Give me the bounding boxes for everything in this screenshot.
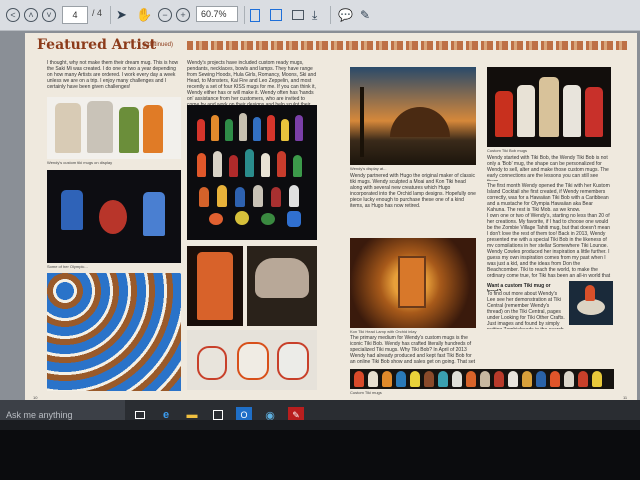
- photo-colorful-tiki-collection: [187, 105, 317, 240]
- photo-stone-heads-bowl: [247, 246, 317, 326]
- photo-olympic-mugs: [47, 170, 181, 263]
- hand-tool-button[interactable]: ✋: [136, 6, 152, 24]
- minus-icon: −: [158, 8, 172, 22]
- download-button[interactable]: ⤓: [312, 6, 317, 24]
- want-custom-text: To find out more about Wendy's Lee see h…: [487, 291, 565, 329]
- caption-6: Custom Tiki mugs: [350, 390, 382, 395]
- zoom-level-select[interactable]: 60.7%: [196, 6, 238, 22]
- windows-taskbar: Ask me anything e ▬ O ◉ ✎: [0, 400, 640, 420]
- pdf-reader-button[interactable]: ✎: [288, 407, 304, 420]
- column-1-text: I thought, why not make them their dream…: [47, 60, 179, 90]
- fit-width-button[interactable]: [270, 6, 282, 24]
- pen-icon: ✎: [360, 8, 371, 22]
- edge-button[interactable]: e: [158, 407, 174, 420]
- caption-2: Some of her Olympic...: [47, 264, 88, 269]
- fit-page-button[interactable]: [250, 6, 260, 24]
- column-4-text: Wendy partnered with Hugo the original m…: [350, 173, 476, 209]
- page-count: / 4: [92, 8, 103, 18]
- monitor-bezel: [0, 430, 640, 480]
- page-header: Featured Artist (continued): [37, 37, 627, 55]
- photo-tiki-bob-mugs: [487, 67, 611, 147]
- page-number-input[interactable]: 4: [62, 6, 88, 24]
- photo-tiki-bob-lineup: [350, 369, 614, 389]
- zoom-out-button[interactable]: −: [158, 6, 172, 24]
- toolbar-divider: [330, 6, 331, 24]
- pen-button[interactable]: ✎: [360, 6, 370, 24]
- article-title-suffix: (continued): [143, 42, 174, 48]
- file-explorer-button[interactable]: ▬: [184, 407, 200, 420]
- caption-5: Custom Tiki Bob mugs: [487, 148, 528, 153]
- photo-tiki-mugs-white: [47, 97, 181, 159]
- photo-orange-tiki-mug: [187, 246, 243, 326]
- outlook-button[interactable]: O: [236, 407, 252, 420]
- zoom-in-button[interactable]: +: [176, 6, 190, 24]
- store-icon: [213, 410, 223, 420]
- task-view-icon: [135, 411, 145, 419]
- caption-4: Kon Tiki Head Lamp with Orchid inlay: [350, 329, 417, 334]
- photo-kon-tiki-lamp: [350, 238, 476, 328]
- column-4-text-2: The primary medium for Wendy's custom mu…: [350, 335, 475, 365]
- hand-icon: ✋: [136, 7, 153, 22]
- screen: < ˄ ˅ 4 / 4 ➤ ✋ − + 60.7% ⤓ 💬 ✎ Featured…: [0, 0, 640, 420]
- photo-tiki-hut-sunset: [350, 67, 476, 165]
- taskbar-search-box[interactable]: Ask me anything: [0, 400, 125, 420]
- photo-mug-display: [47, 273, 181, 391]
- column-2-text: Wendy's projects have included custom re…: [187, 60, 317, 106]
- article-title: Featured Artist: [37, 37, 157, 53]
- comment-icon: 💬: [338, 8, 353, 22]
- rotate-icon: [292, 10, 304, 20]
- decorative-band: [187, 41, 627, 50]
- task-view-button[interactable]: [132, 407, 148, 420]
- pdf-page: Featured Artist (continued) I thought, w…: [25, 33, 637, 405]
- comment-button[interactable]: 💬: [338, 6, 353, 24]
- back-button[interactable]: <: [6, 6, 20, 24]
- pdf-toolbar: < ˄ ˅ 4 / 4 ➤ ✋ − + 60.7% ⤓ 💬 ✎: [0, 0, 640, 31]
- next-page-button[interactable]: ˅: [42, 6, 56, 24]
- caption-1: Wendy's custom tiki mugs on display: [47, 160, 113, 165]
- cursor-icon: ➤: [116, 7, 127, 22]
- caption-3: Wendy's display at...: [350, 166, 387, 171]
- column-5-text-3: I own one or two of Wendy's, starting no…: [487, 213, 611, 247]
- folder-icon: ▬: [186, 409, 198, 420]
- arrow-down-icon: ˅: [42, 8, 56, 22]
- arrow-up-icon: ˄: [24, 8, 38, 22]
- want-custom-title: Want a custom Tiki mug or bowl?: [487, 283, 551, 291]
- toolbar-divider: [110, 6, 111, 24]
- edge-icon: e: [162, 409, 170, 420]
- app-button[interactable]: ◉: [262, 407, 278, 421]
- column-5-text-2: The first month Wendy opened the Tiki wi…: [487, 183, 610, 211]
- previous-page-button[interactable]: ˄: [24, 6, 38, 24]
- select-tool-button[interactable]: ➤: [116, 6, 127, 24]
- arrow-left-icon: <: [6, 8, 20, 22]
- photo-painted-tiki-heads: [187, 330, 317, 390]
- plus-icon: +: [176, 8, 190, 22]
- globe-icon: ◉: [265, 409, 275, 421]
- store-button[interactable]: [210, 407, 226, 420]
- column-5-text: Wendy started with Tiki Bob, the Wendy T…: [487, 155, 609, 181]
- fit-width-icon: [270, 9, 282, 21]
- fit-page-icon: [250, 8, 260, 22]
- download-icon: ⤓: [312, 7, 318, 22]
- photo-tiki-bowl: [569, 281, 613, 325]
- rotate-button[interactable]: [292, 6, 304, 24]
- pdf-icon: ✎: [292, 409, 300, 420]
- column-5-text-4: Wendy Cowles produced her inspiration a …: [487, 249, 611, 279]
- outlook-icon: O: [240, 410, 248, 420]
- toolbar-divider: [244, 6, 245, 24]
